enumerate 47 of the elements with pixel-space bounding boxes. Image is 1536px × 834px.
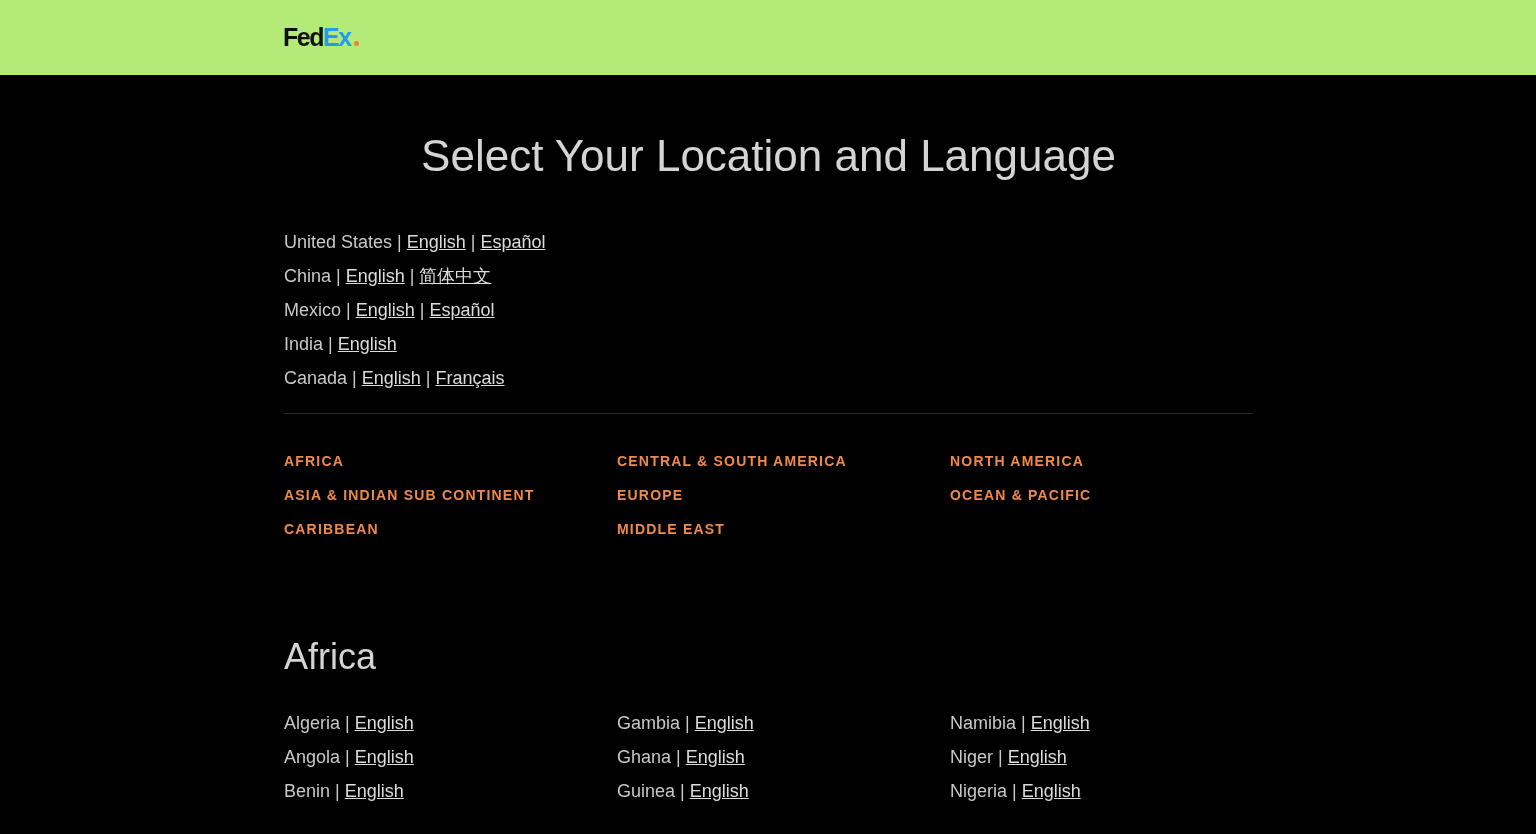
country-name: Benin | — [284, 780, 340, 803]
country-name: China | — [284, 265, 341, 288]
language-link[interactable]: Español — [429, 293, 495, 327]
region-link[interactable]: CARIBBEAN — [284, 521, 379, 537]
country-name: Ghana | — [617, 746, 681, 769]
country-name: Algeria | — [284, 712, 350, 735]
language-link[interactable]: English — [354, 706, 414, 740]
country-name: United States | — [284, 231, 402, 254]
language-link[interactable]: Español — [480, 225, 546, 259]
language-link[interactable]: English — [1021, 774, 1081, 808]
language-link[interactable]: English — [361, 361, 421, 395]
language-link[interactable]: English — [337, 327, 397, 361]
section-heading: Africa — [284, 636, 378, 678]
country-name: Niger | — [950, 746, 1003, 769]
language-link[interactable]: English — [1030, 706, 1090, 740]
language-link[interactable]: English — [689, 774, 749, 808]
language-link[interactable]: English — [355, 293, 415, 327]
country-name: Guinea | — [617, 780, 685, 803]
language-link[interactable]: 简体中文 — [419, 259, 492, 293]
region-link[interactable]: AFRICA — [284, 453, 345, 469]
region-link[interactable]: NORTH AMERICA — [950, 453, 1085, 469]
language-link[interactable]: English — [354, 740, 414, 774]
country-name: Mexico | — [284, 299, 351, 322]
separator: | — [419, 299, 425, 322]
language-link[interactable]: English — [344, 774, 404, 808]
region-link[interactable]: OCEAN & PACIFIC — [950, 487, 1092, 503]
country-name: Angola | — [284, 746, 350, 769]
country-name: Namibia | — [950, 712, 1026, 735]
region-link[interactable]: CENTRAL & SOUTH AMERICA — [617, 453, 847, 469]
language-link[interactable]: English — [345, 259, 405, 293]
language-link[interactable]: English — [694, 706, 754, 740]
separator: | — [425, 367, 431, 390]
logo[interactable]: FedEx — [283, 25, 359, 50]
separator: | — [470, 231, 476, 254]
country-name: Canada | — [284, 367, 357, 390]
country-name: Nigeria | — [950, 780, 1017, 803]
country-name: Gambia | — [617, 712, 690, 735]
language-link[interactable]: Français — [435, 361, 505, 395]
language-link[interactable]: English — [1007, 740, 1067, 774]
language-link[interactable]: English — [685, 740, 745, 774]
region-link[interactable]: ASIA & INDIAN SUB CONTINENT — [284, 487, 535, 503]
page-title: Select Your Location and Language — [420, 131, 1117, 181]
region-link[interactable]: MIDDLE EAST — [617, 521, 726, 537]
language-link[interactable]: English — [406, 225, 466, 259]
separator: | — [409, 265, 415, 288]
region-link[interactable]: EUROPE — [617, 487, 684, 503]
country-name: India | — [284, 333, 333, 356]
